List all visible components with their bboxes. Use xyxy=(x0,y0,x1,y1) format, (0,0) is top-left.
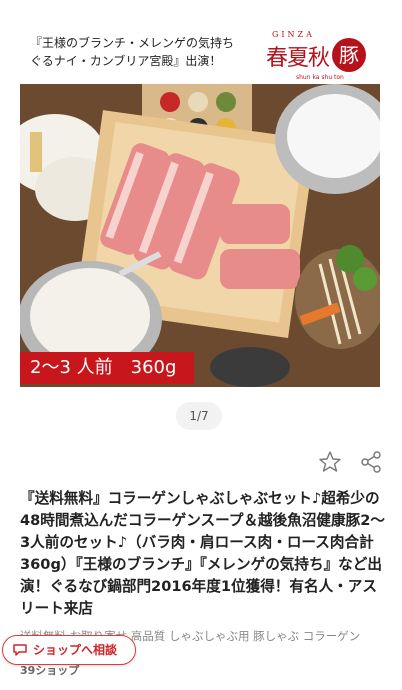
brand-small-text: GINZA xyxy=(272,30,315,39)
image-pager: 1/7 xyxy=(176,402,222,430)
brand-logo: GINZA 春夏秋 豚 shun ka shu ton xyxy=(266,28,366,84)
product-title: 『送料無料』コラーゲンしゃぶしゃぶセット♪超希少の48時間煮込んだコラーゲンスー… xyxy=(20,490,385,617)
hotpot-photo xyxy=(20,84,380,387)
banner-caption: 『王様のブランチ・メレンゲの気持ち ぐるナイ・カンブリア宮殿』出演！ xyxy=(30,34,250,70)
chat-bubble-icon xyxy=(13,644,27,656)
brand-roman-text: shun ka shu ton xyxy=(296,74,344,81)
brand-seal: 豚 xyxy=(332,38,366,72)
serving-size-tag: 2〜3 人前 360g xyxy=(20,352,194,384)
consult-shop-button[interactable]: ショップへ相談 xyxy=(2,635,136,665)
banner-line-1: 『王様のブランチ・メレンゲの気持ち xyxy=(30,36,235,50)
star-outline-icon[interactable] xyxy=(317,450,343,474)
banner-line-2: ぐるナイ・カンブリア宮殿』出演！ xyxy=(30,54,222,68)
top-bar xyxy=(0,0,402,20)
product-image[interactable]: 『王様のブランチ・メレンゲの気持ち ぐるナイ・カンブリア宮殿』出演！ GINZA… xyxy=(20,22,380,387)
image-banner: 『王様のブランチ・メレンゲの気持ち ぐるナイ・カンブリア宮殿』出演！ GINZA… xyxy=(20,22,380,84)
brand-main-text: 春夏秋 xyxy=(266,46,330,71)
share-icon[interactable] xyxy=(358,450,384,474)
consult-button-label: ショップへ相談 xyxy=(33,643,118,657)
